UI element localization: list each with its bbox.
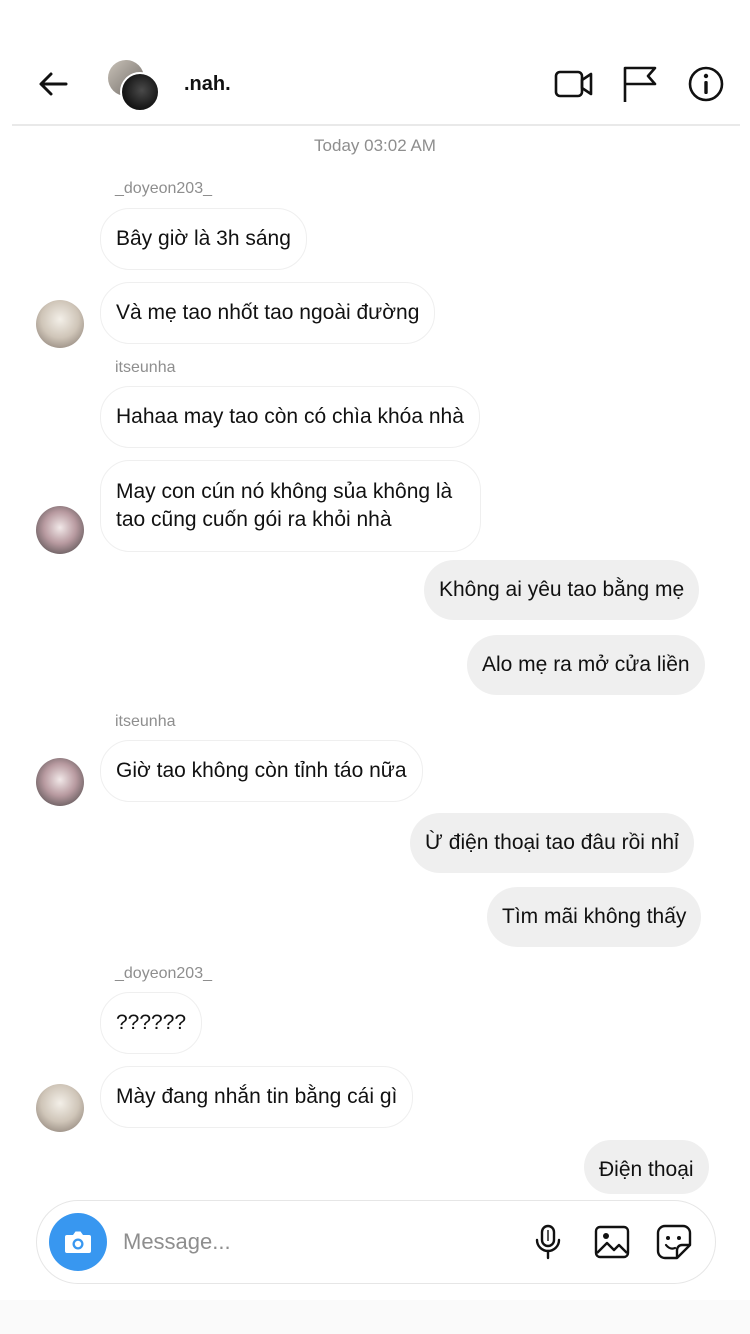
incoming-message[interactable]: Bây giờ là 3h sáng (100, 208, 307, 270)
avatar[interactable] (36, 758, 84, 806)
incoming-message[interactable]: ?????? (100, 992, 203, 1054)
outgoing-message[interactable]: Ừ điện thoại tao đâu rồi nhỉ (410, 813, 694, 873)
outgoing-message[interactable]: Không ai yêu tao bằng mẹ (424, 560, 700, 620)
bottom-safe-area (0, 1300, 750, 1334)
message-input[interactable]: Message... (123, 1229, 231, 1255)
outgoing-message[interactable]: Điện thoại (584, 1140, 709, 1194)
group-avatar[interactable] (108, 60, 164, 116)
sender-name: _doyeon203_ (115, 965, 212, 982)
avatar-front (120, 72, 160, 112)
sender-name: itseunha (115, 713, 176, 730)
avatar[interactable] (36, 1084, 84, 1132)
incoming-message[interactable]: Mày đang nhắn tin bằng cái gì (100, 1066, 414, 1128)
message-line: May con cún nó không sủa không là (116, 480, 453, 503)
avatar[interactable] (36, 506, 84, 554)
outgoing-message[interactable]: Tìm mãi không thấy (487, 887, 702, 947)
flag-icon[interactable] (620, 64, 660, 104)
outgoing-message[interactable]: Alo mẹ ra mở cửa liền (467, 635, 705, 695)
chat-header: .nah. (12, 40, 740, 126)
video-camera-icon[interactable] (554, 64, 594, 104)
message-timestamp: Today 03:02 AM (314, 136, 436, 155)
microphone-icon[interactable] (529, 1223, 567, 1261)
sender-name: itseunha (115, 359, 176, 376)
gallery-icon[interactable] (593, 1223, 631, 1261)
sticker-icon[interactable] (655, 1223, 693, 1261)
incoming-message[interactable]: Giờ tao không còn tỉnh táo nữa (100, 740, 423, 802)
incoming-message[interactable]: Hahaa may tao còn có chìa khóa nhà (100, 386, 480, 448)
incoming-message[interactable]: May con cún nó không sủa không là tao cũ… (100, 460, 482, 552)
arrow-left-icon[interactable] (36, 68, 72, 100)
message-line: tao cũng cuốn gói ra khỏi nhà (116, 508, 392, 531)
camera-icon (65, 1231, 91, 1253)
sender-name: _doyeon203_ (115, 180, 212, 197)
incoming-message[interactable]: Và mẹ tao nhốt tao ngoài đường (100, 282, 436, 344)
avatar[interactable] (36, 300, 84, 348)
message-composer: Message... (36, 1200, 716, 1284)
camera-button[interactable] (49, 1213, 107, 1271)
info-icon[interactable] (686, 64, 726, 104)
chat-title[interactable]: .nah. (184, 73, 231, 96)
